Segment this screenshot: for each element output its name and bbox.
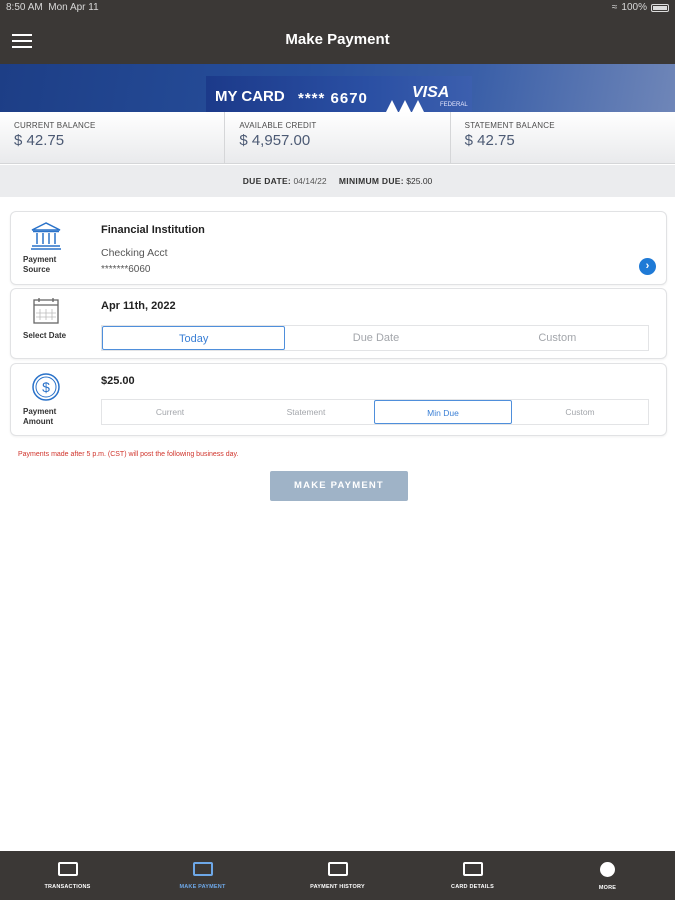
select-date-label: Select Date: [23, 331, 67, 340]
date-option-today[interactable]: Today: [102, 326, 286, 350]
card-decoration: [399, 100, 411, 112]
payment-amount-label-line1: Payment: [23, 407, 57, 416]
payment-amount: $25.00: [101, 375, 135, 387]
current-balance-label: CURRENT BALANCE: [14, 121, 96, 130]
nav-more-label: MORE: [598, 885, 617, 891]
payment-source-label: Payment Source: [19, 255, 73, 275]
payment-source-details: Financial Institution Checking Acct ****…: [101, 224, 205, 275]
chevron-right-icon[interactable]: ›: [639, 258, 656, 275]
make-payment-button[interactable]: MAKE PAYMENT: [270, 471, 408, 501]
payment-amount-label-line2: Amount: [23, 417, 54, 426]
bottom-navigation: TRANSACTIONS MAKE PAYMENT PAYMENT HISTOR…: [0, 851, 675, 900]
card-image: MY CARD **** 6670 VISA FEDERAL: [206, 76, 472, 112]
nav-transactions[interactable]: TRANSACTIONS: [0, 851, 135, 900]
select-date-panel: Select Date Apr 11th, 2022 Today Due Dat…: [10, 288, 667, 359]
date-option-selector[interactable]: Today Due Date Custom: [101, 325, 649, 351]
nav-make-payment-label: MAKE PAYMENT: [179, 884, 226, 890]
selected-date-text: Apr 11th, 2022: [101, 300, 176, 312]
bank-icon: [31, 222, 61, 250]
svg-text:$: $: [42, 379, 50, 395]
minimum-due-value: $25.00: [406, 176, 433, 186]
battery-percent: 100%: [621, 2, 647, 13]
due-date-value: 04/14/22: [293, 176, 327, 186]
date-option-custom[interactable]: Custom: [467, 326, 648, 350]
statement-balance: STATEMENT BALANCE $ 42.75: [451, 112, 675, 163]
nav-payment-history[interactable]: PAYMENT HISTORY: [270, 851, 405, 900]
date-option-due-date[interactable]: Due Date: [285, 326, 466, 350]
app-header: 8:50 AM Mon Apr 11 ≈ 100% Make Payment: [0, 0, 675, 64]
card-name: MY CARD: [215, 88, 285, 105]
payment-source-label-line1: Payment: [23, 255, 57, 264]
status-date-text: Mon Apr 11: [48, 2, 99, 13]
amount-option-min-due[interactable]: Min Due: [374, 400, 512, 424]
nav-transactions-label: TRANSACTIONS: [44, 884, 91, 890]
available-credit-label: AVAILABLE CREDIT: [239, 121, 317, 130]
nav-payment-history-label: PAYMENT HISTORY: [310, 884, 365, 890]
transactions-icon: [57, 862, 78, 876]
wifi-icon: ≈: [611, 2, 618, 13]
make-payment-icon: [192, 862, 213, 876]
card-decoration: [386, 100, 398, 112]
payment-amount-label: Payment Amount: [19, 407, 73, 427]
account-number: *******6060: [101, 264, 151, 275]
due-date-label: DUE DATE:: [242, 176, 292, 186]
card-details-icon: [462, 862, 483, 876]
dollar-coin-icon: $: [32, 373, 60, 401]
payment-source-label-line2: Source: [23, 265, 51, 274]
balance-summary: CURRENT BALANCE $ 42.75 AVAILABLE CREDIT…: [0, 112, 675, 164]
payment-source-icon-block: Payment Source: [19, 222, 73, 275]
page-title: Make Payment: [285, 31, 390, 48]
payment-amount-icon-block: $ Payment Amount: [19, 372, 73, 427]
card-issuer: FEDERAL: [440, 102, 468, 108]
current-balance-value: $ 42.75: [14, 132, 65, 149]
due-info-bar: DUE DATE: 04/14/22 MINIMUM DUE: $25.00: [0, 165, 675, 197]
nav-more[interactable]: MORE: [540, 851, 675, 900]
available-credit: AVAILABLE CREDIT $ 4,957.00: [225, 112, 451, 163]
available-credit-value: $ 4,957.00: [239, 132, 311, 149]
more-icon: [600, 862, 615, 877]
account-type: Checking Acct: [101, 247, 168, 259]
statement-balance-label: STATEMENT BALANCE: [464, 121, 555, 130]
calendar-icon: [33, 298, 59, 324]
statement-balance-value: $ 42.75: [464, 132, 515, 149]
selected-date: Apr 11th, 2022: [101, 300, 176, 312]
select-date-icon-block: Select Date: [19, 296, 73, 341]
battery-icon: [651, 3, 669, 12]
nav-make-payment[interactable]: MAKE PAYMENT: [135, 851, 270, 900]
amount-option-custom[interactable]: Custom: [512, 400, 648, 424]
card-number: **** 6670: [298, 90, 368, 107]
institution-name: Financial Institution: [101, 224, 205, 236]
payment-amount-value: $25.00: [101, 375, 135, 387]
current-balance: CURRENT BALANCE $ 42.75: [0, 112, 226, 163]
amount-option-selector[interactable]: Current Statement Min Due Custom: [101, 399, 649, 425]
amount-option-statement[interactable]: Statement: [238, 400, 374, 424]
amount-option-current[interactable]: Current: [102, 400, 238, 424]
status-time: 8:50 AM Mon Apr 11: [6, 2, 99, 13]
card-decoration: [412, 100, 424, 112]
minimum-due-label: MINIMUM DUE:: [338, 176, 404, 186]
status-indicators: ≈ 100%: [612, 2, 669, 13]
cutoff-notice: Payments made after 5 p.m. (CST) will po…: [18, 451, 239, 458]
nav-card-details[interactable]: CARD DETAILS: [405, 851, 540, 900]
card-banner: MY CARD **** 6670 VISA FEDERAL: [0, 64, 675, 112]
nav-card-details-label: CARD DETAILS: [451, 884, 494, 890]
payment-history-icon: [327, 862, 348, 876]
payment-amount-panel: $ Payment Amount $25.00 Current Statemen…: [10, 363, 667, 436]
status-time-text: 8:50 AM: [6, 2, 43, 13]
payment-source-panel[interactable]: Payment Source Financial Institution Che…: [10, 211, 667, 285]
